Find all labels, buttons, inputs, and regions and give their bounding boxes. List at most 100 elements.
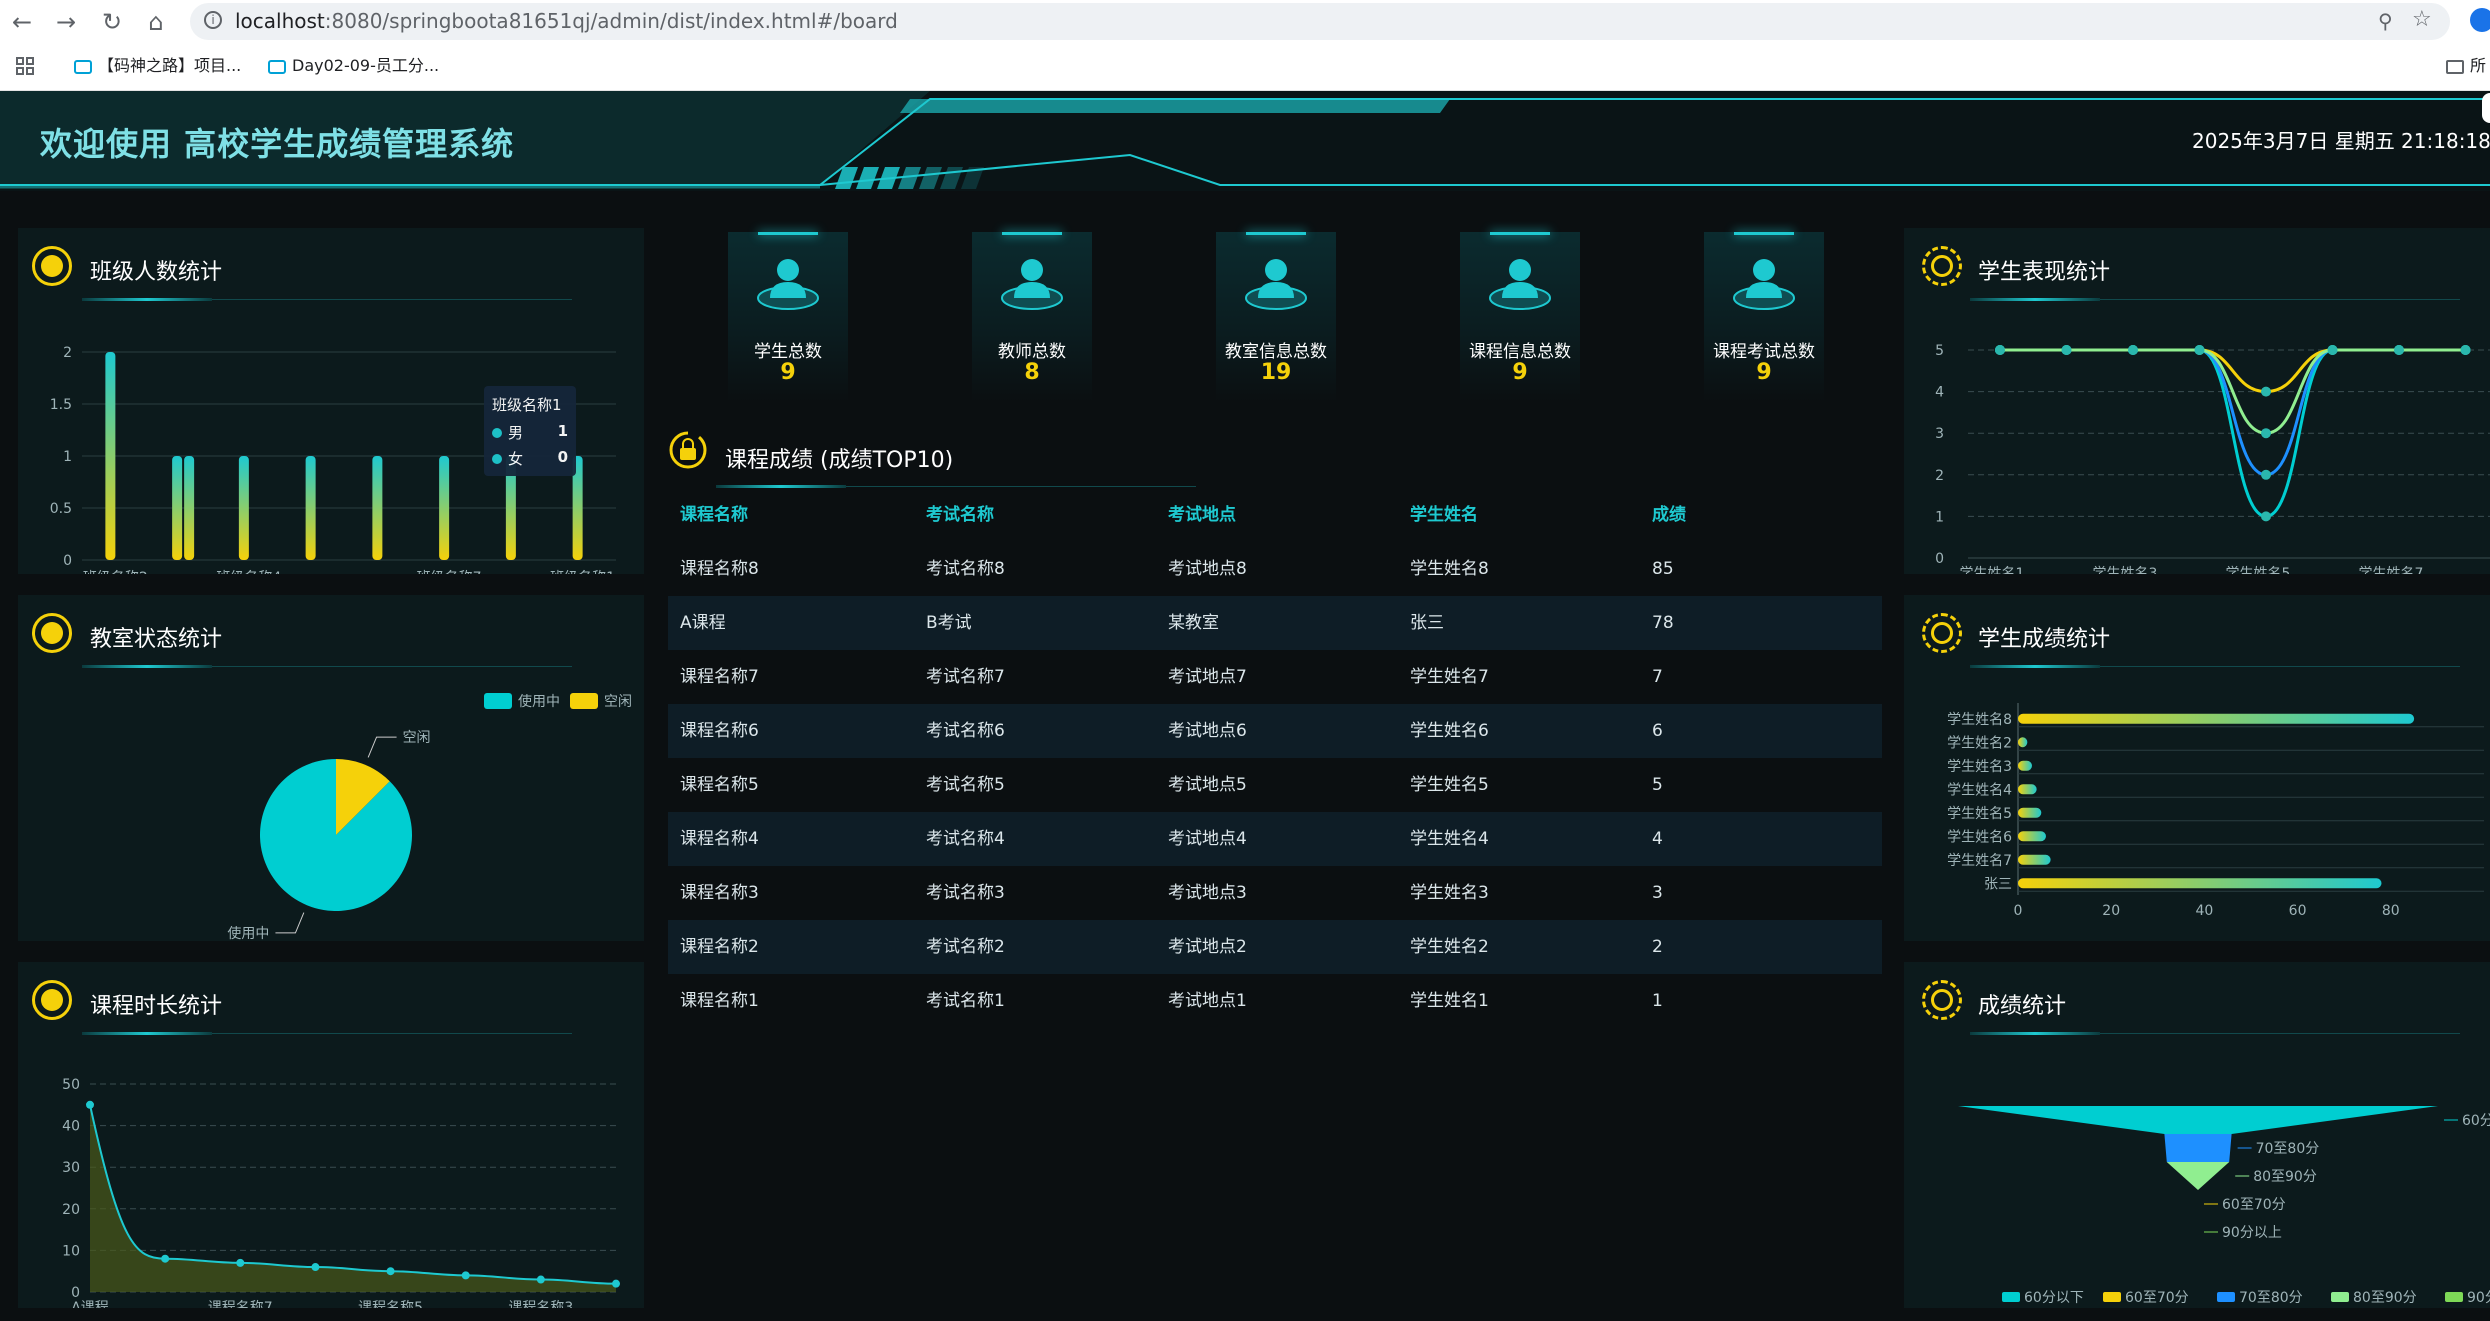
- teacher-icon: [1001, 259, 1063, 310]
- zoom-icon[interactable]: ⚲: [2378, 9, 2393, 33]
- profile-avatar[interactable]: [2470, 8, 2490, 32]
- table-row[interactable]: 课程名称7 考试名称7 考试地点7 学生姓名7 7: [668, 650, 1882, 704]
- x-tick-label: 学生姓名1: [1960, 566, 2025, 574]
- forward-icon[interactable]: →: [50, 6, 82, 38]
- table-cell: 考试地点6: [1168, 721, 1247, 741]
- bar: [305, 456, 316, 560]
- table-row[interactable]: 课程名称8 考试名称8 考试地点8 学生姓名8 85: [668, 542, 1882, 596]
- stat-card[interactable]: 课程考试总数 9: [1694, 232, 1834, 402]
- legend-swatch: [2002, 1292, 2020, 1302]
- table-cell: 5: [1652, 775, 1663, 795]
- bookmark-star-icon[interactable]: ☆: [2412, 7, 2432, 32]
- back-icon[interactable]: ←: [6, 6, 38, 38]
- table-row[interactable]: 课程名称2 考试名称2 考试地点2 学生姓名2 2: [668, 920, 1882, 974]
- x-tick-label: 80: [2382, 903, 2400, 919]
- reload-icon[interactable]: ↻: [96, 6, 128, 38]
- y-tick-label: 40: [62, 1119, 80, 1135]
- funnel-segment: [2166, 1162, 2230, 1190]
- bookmark-item-2[interactable]: Day02-09-员工分...: [268, 55, 439, 77]
- legend-label: 90分以上: [2467, 1290, 2490, 1306]
- table-cell: 考试名称7: [926, 667, 1005, 687]
- bar: [2018, 878, 2382, 889]
- tooltip-title: 班级名称1: [492, 396, 562, 414]
- table-row[interactable]: A课程 B考试 某教室 张三 78: [668, 596, 1882, 650]
- stat-card[interactable]: 教室信息总数 19: [1206, 232, 1346, 402]
- stat-label: 教室信息总数: [1225, 342, 1327, 362]
- apps-grid-icon[interactable]: [16, 57, 34, 75]
- table-cell: 考试名称3: [926, 883, 1005, 903]
- users-icon: [32, 980, 72, 1020]
- table-cell: 学生姓名6: [1410, 721, 1489, 741]
- table-cell: 学生姓名4: [1410, 829, 1489, 849]
- stat-label: 学生总数: [754, 342, 822, 362]
- table-cell: B考试: [926, 613, 972, 633]
- table-cell: 78: [1652, 613, 1674, 633]
- table-row[interactable]: 课程名称6 考试名称6 考试地点6 学生姓名6 6: [668, 704, 1882, 758]
- title-underline-thin: [2100, 666, 2460, 667]
- y-tick-label: 10: [62, 1243, 80, 1259]
- table-row[interactable]: 课程名称3 考试名称3 考试地点3 学生姓名3 3: [668, 866, 1882, 920]
- x-tick-label: 学生姓名5: [2226, 566, 2291, 574]
- home-icon[interactable]: ⌂: [140, 6, 172, 38]
- y-tick-label: 张三: [1984, 876, 2012, 892]
- data-point: [2128, 345, 2138, 355]
- legend-swatch: [2103, 1292, 2121, 1302]
- browser-toolbar: ← → ↻ ⌂ i localhost:8080/springboota8165…: [0, 0, 2490, 43]
- bookmarks-bar: 【码神之路】项目... Day02-09-员工分... 所: [0, 43, 2490, 91]
- legend-label: 70至80分: [2239, 1290, 2303, 1306]
- y-tick-label: 1.5: [50, 397, 72, 413]
- datetime-text: 2025年3月7日 星期五 21:18:18: [2192, 129, 2490, 153]
- y-tick-label: 30: [62, 1160, 80, 1176]
- y-tick-label: 3: [1935, 426, 1944, 442]
- bookmark-item-1[interactable]: 【码神之路】项目...: [74, 55, 241, 77]
- table-row[interactable]: 课程名称1 考试名称1 考试地点1 学生姓名1 1: [668, 974, 1882, 1028]
- x-tick-label: 班级名称7: [417, 570, 482, 574]
- data-point: [2261, 469, 2271, 480]
- student-scores-chart: 学生姓名8 学生姓名2 学生姓名3 学生姓名4 学生姓名5 学生姓名6 学生姓名7 张三 0 2…: [1947, 703, 2484, 919]
- address-bar[interactable]: i localhost:8080/springboota81651qj/admi…: [190, 3, 2450, 40]
- table-cell: 4: [1652, 829, 1663, 849]
- legend-swatch: [484, 693, 512, 709]
- student-performance-panel: 学生表现统计 012345 学生姓名1学生姓名3学生姓名5学生姓名7 听课注意力…: [1904, 228, 2490, 574]
- data-point: [311, 1263, 320, 1272]
- bar: [105, 352, 116, 560]
- series-dot: [492, 428, 502, 438]
- table-row[interactable]: 课程名称5 考试名称5 考试地点5 学生姓名5 5: [668, 758, 1882, 812]
- funnel-label: 90分以上: [2222, 1225, 2282, 1241]
- label-leader: [275, 912, 305, 934]
- column-header: 学生姓名: [1410, 505, 1478, 525]
- classroom-status-panel: 教室状态统计 使用中 空闲 使用中 空闲: [18, 595, 644, 941]
- stat-label: 课程考试总数: [1713, 342, 1815, 362]
- x-tick-label: 班级名称2: [83, 570, 148, 574]
- panel-title: 成绩统计: [1978, 994, 2067, 1019]
- title-underline: [82, 298, 212, 301]
- stat-card[interactable]: 课程信息总数 9: [1450, 232, 1590, 402]
- table-cell: A课程: [680, 613, 726, 633]
- app-title: 欢迎使用 高校学生成绩管理系统: [40, 125, 515, 163]
- stat-card[interactable]: 教师总数 8: [962, 232, 1102, 402]
- y-tick-label: 4: [1935, 385, 1944, 401]
- stat-card[interactable]: 学生总数 9: [718, 232, 858, 402]
- table-cell: 3: [1652, 883, 1663, 903]
- site-info-icon[interactable]: i: [204, 11, 222, 29]
- folder-icon: [2446, 59, 2464, 74]
- y-tick-label: 学生姓名3: [1947, 759, 2012, 775]
- stat-value: 9: [1756, 360, 1772, 385]
- title-underline-thin: [212, 299, 572, 300]
- table-row[interactable]: 课程名称4 考试名称4 考试地点4 学生姓名4 4: [668, 812, 1882, 866]
- x-tick-label: 课程名称3: [508, 1300, 573, 1308]
- column-header: 考试地点: [1168, 505, 1236, 525]
- table-cell: 考试地点4: [1168, 829, 1247, 849]
- panel-title: 班级人数统计: [90, 260, 223, 285]
- table-cell: 考试名称4: [926, 829, 1005, 849]
- data-point: [1995, 345, 2005, 355]
- tooltip-label: 女: [508, 450, 524, 468]
- bookmark-label: 【码神之路】项目...: [98, 56, 242, 75]
- y-tick-label: 学生姓名6: [1947, 829, 2012, 845]
- bar: [2018, 807, 2042, 818]
- slice-label: 空闲: [403, 730, 431, 746]
- table-cell: 考试名称5: [926, 775, 1005, 795]
- tooltip-row: 女0: [492, 448, 568, 469]
- bookmark-folder[interactable]: 所: [2446, 55, 2486, 77]
- panel-title: 课程时长统计: [90, 994, 223, 1019]
